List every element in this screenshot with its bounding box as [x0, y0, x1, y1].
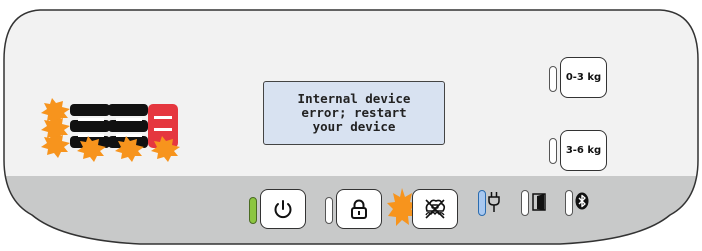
plug-indicator-led: [478, 190, 486, 216]
plug-icon: [488, 192, 500, 212]
lock-indicator-led: [325, 197, 333, 224]
diagnostic-button[interactable]: [412, 189, 458, 229]
error-message: Internal device error; restart your devi…: [297, 91, 411, 134]
door-icon: [532, 193, 546, 211]
bluetooth-icon: [575, 192, 589, 210]
load-indicator-small: [549, 66, 557, 92]
load-label-large: 3-6 kg: [565, 145, 602, 156]
load-indicator-large: [549, 138, 557, 164]
lock-icon: [351, 199, 367, 219]
bluetooth-indicator-led: [565, 190, 573, 216]
stain-alert-icon: [425, 199, 446, 219]
child-lock-button[interactable]: [336, 189, 382, 229]
power-icon: [274, 200, 292, 219]
lcd-display: Internal device error; restart your devi…: [263, 81, 445, 145]
power-indicator-led: [249, 197, 257, 224]
load-button-0-3kg[interactable]: 0-3 kg: [560, 57, 607, 98]
door-indicator-led: [521, 190, 529, 216]
load-button-3-6kg[interactable]: 3-6 kg: [560, 130, 607, 171]
power-button[interactable]: [260, 189, 306, 229]
load-label-small: 0-3 kg: [565, 72, 602, 83]
